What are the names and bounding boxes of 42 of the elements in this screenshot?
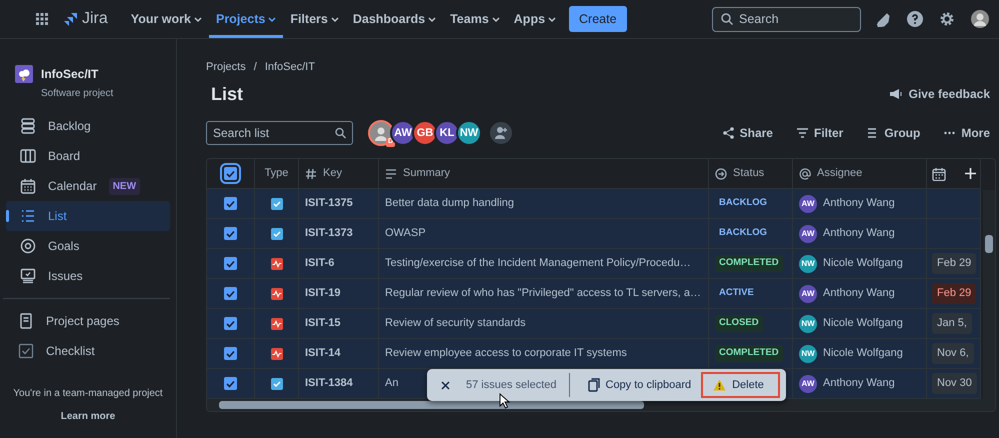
assignee-name: Anthony Wang [823, 376, 895, 392]
assignee-avatar: NW [799, 344, 817, 363]
page-title: List [210, 84, 244, 106]
issue-summary: Better data dump handling [385, 196, 514, 212]
assignee-name: Anthony Wang [823, 286, 895, 302]
issue-summary: Regular review of who has "Privileged" access to TL servers, a… [385, 286, 701, 302]
issue-summary: Review of security standards [385, 316, 526, 332]
project-name: InfoSec/IT [41, 66, 100, 83]
assignee-name: Nicole Wolfgang [823, 256, 903, 272]
column-header: Key [323, 166, 342, 182]
assignee-avatar: AW [799, 374, 817, 393]
selection-count: 57 issues selected [466, 378, 556, 393]
new-badge: NEW [108, 178, 140, 194]
assignee-avatar: NW [799, 314, 817, 333]
column-header: Summary [403, 166, 450, 182]
column-header: Assignee [817, 166, 862, 182]
status-lozenge: COMPLETED [715, 255, 783, 272]
assignee-avatar: AW [799, 194, 817, 213]
issue-summary: Testing/exercise of the Incident Management Policy/Procedu… [385, 256, 691, 272]
assignee-name: Anthony Wang [823, 196, 895, 212]
issue-summary: Review employee access to corporate IT systems [385, 346, 627, 362]
assignee-avatar: AW [799, 224, 817, 243]
due-date: Feb 29 [932, 253, 976, 274]
issue-summary: OWASP [385, 226, 426, 242]
assignee-avatar: NW [799, 254, 817, 273]
column-header: Type [264, 166, 288, 182]
due-date: Jan 5, [932, 313, 972, 334]
due-date: Feb 29 [932, 283, 976, 304]
product-name: Jira [82, 9, 108, 29]
project-type: Software project [41, 87, 114, 101]
assignee-name: Nicole Wolfgang [823, 346, 903, 362]
due-date: Nov 6, [932, 343, 974, 364]
assignee-name: Anthony Wang [823, 226, 895, 242]
column-header: Status [733, 166, 764, 182]
assignee-avatar: AW [799, 284, 817, 303]
status-lozenge: COMPLETED [715, 345, 783, 362]
due-date: Nov 30 [932, 373, 977, 394]
status-lozenge: CLOSED [715, 315, 763, 332]
breadcrumb-separator: / [254, 60, 257, 75]
footer-note: You're in a team-managed project [12, 387, 164, 401]
assignee-name: Nicole Wolfgang [823, 316, 903, 332]
issue-summary: An [385, 376, 398, 392]
